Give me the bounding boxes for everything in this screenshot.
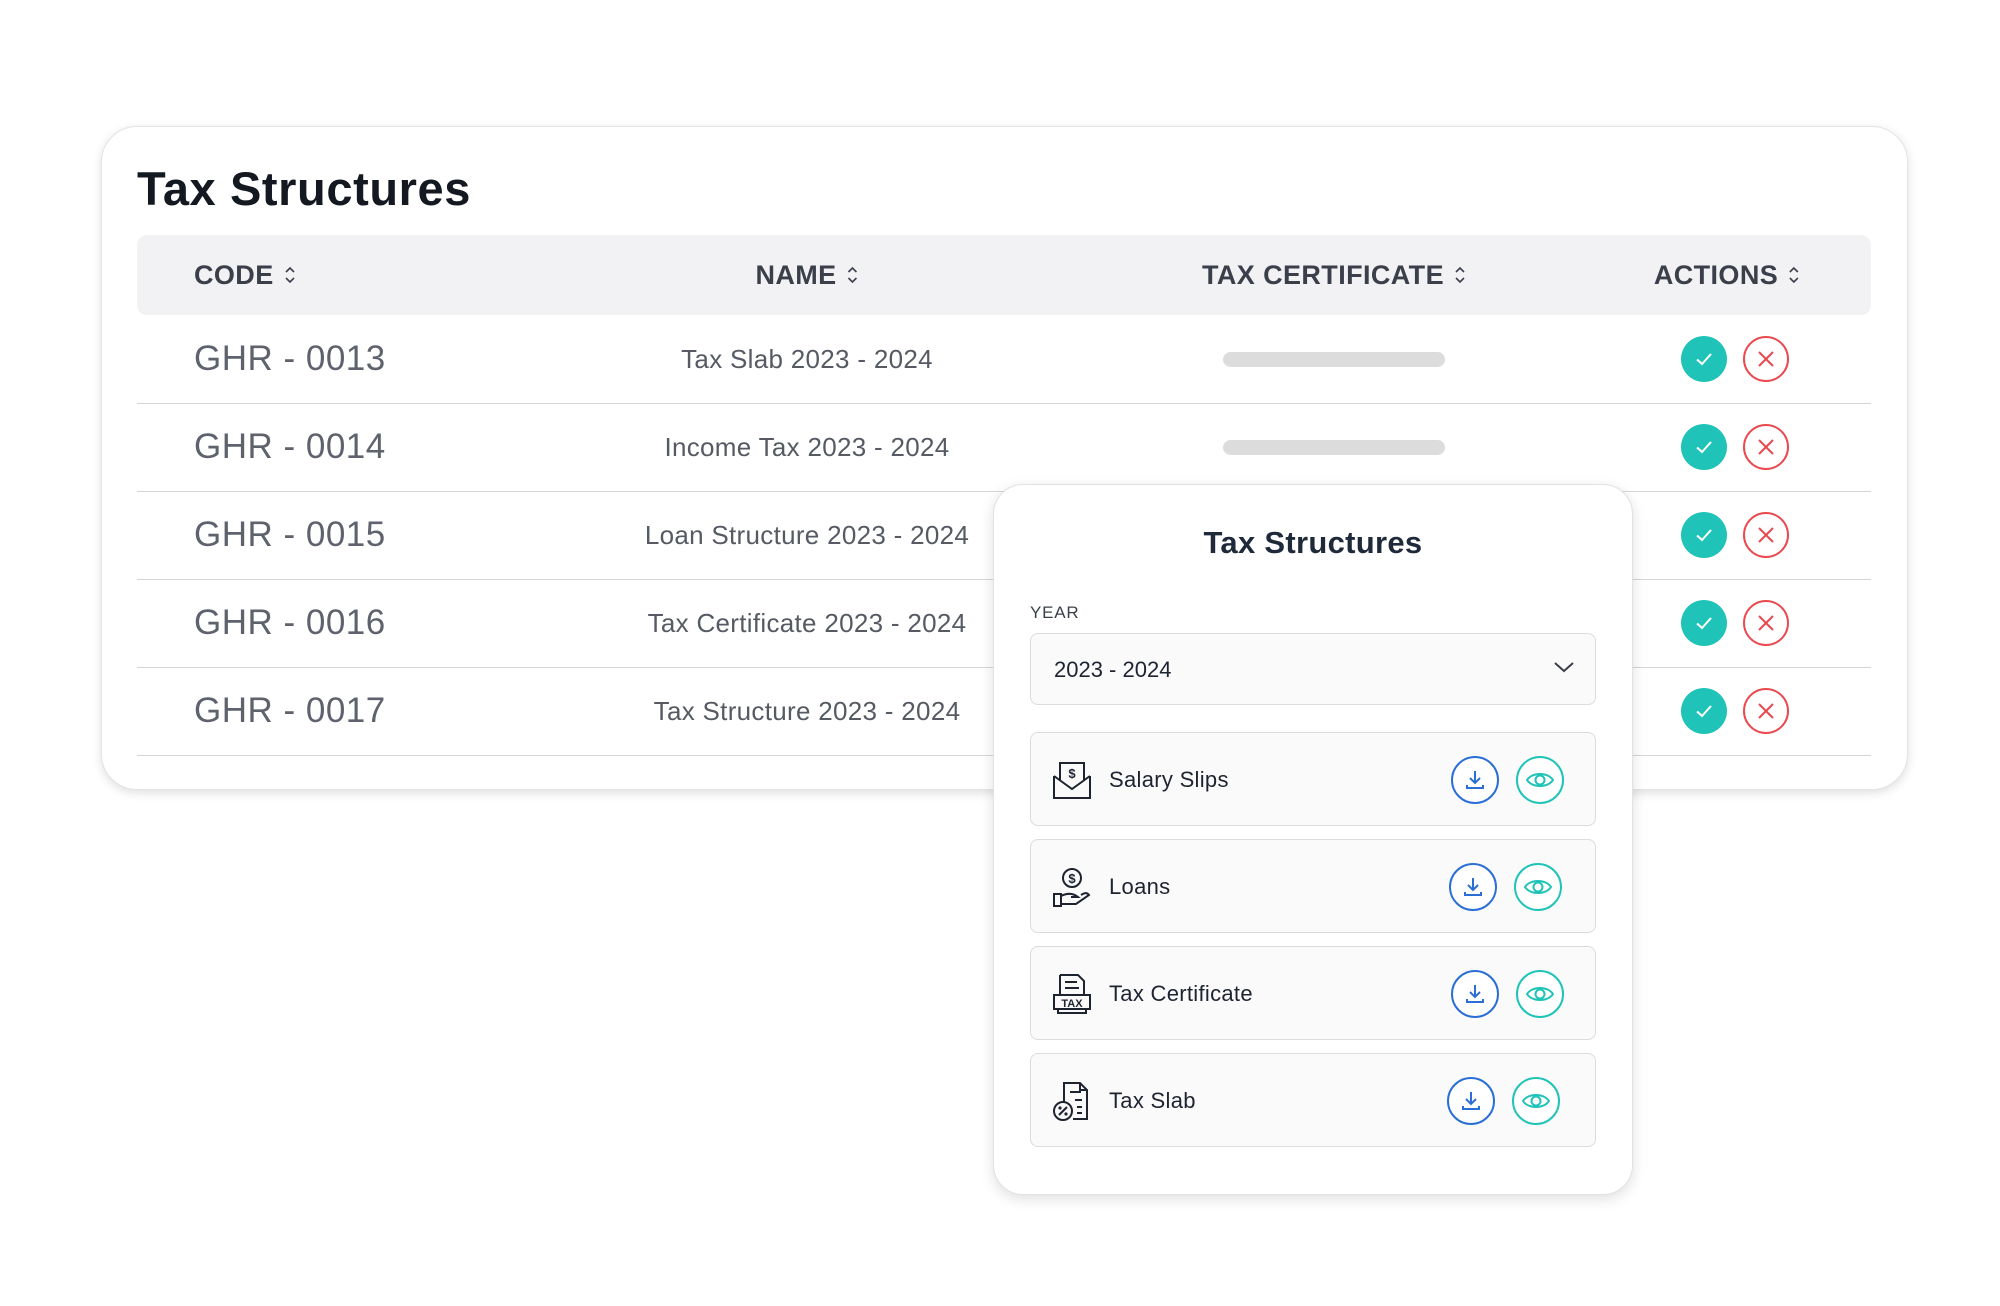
document-label: Salary Slips	[1109, 767, 1229, 792]
row-code: GHR - 0016	[194, 603, 386, 642]
document-item-tax-slab[interactable]: Tax Slab	[1030, 1053, 1596, 1147]
row-name: Income Tax 2023 - 2024	[664, 431, 950, 462]
eye-icon	[1525, 987, 1555, 1001]
download-button[interactable]	[1451, 970, 1499, 1018]
eye-icon	[1521, 1094, 1551, 1108]
column-header-code-label: CODE	[194, 259, 274, 290]
year-select[interactable]: 2023 - 2024	[1030, 633, 1596, 705]
column-header-code[interactable]: CODE	[194, 235, 296, 315]
row-name: Tax Certificate 2023 - 2024	[647, 607, 967, 638]
download-icon	[1466, 771, 1484, 789]
check-icon	[1696, 705, 1712, 718]
year-select-value: 2023 - 2024	[1054, 657, 1172, 682]
svg-text:TAX: TAX	[1061, 998, 1083, 1010]
sort-icon	[847, 266, 858, 284]
column-header-actions-label: ACTIONS	[1653, 259, 1779, 290]
view-button[interactable]	[1516, 970, 1564, 1018]
tax-certificate-placeholder	[1223, 440, 1445, 455]
row-name: Tax Structure 2023 - 2024	[653, 695, 961, 726]
sort-icon	[1789, 266, 1799, 284]
download-icon	[1466, 985, 1484, 1003]
column-header-certificate-label: TAX CERTIFICATE	[1202, 259, 1444, 290]
close-icon	[1758, 527, 1774, 543]
eye-icon	[1525, 773, 1555, 787]
download-button[interactable]	[1447, 1077, 1495, 1125]
column-header-name[interactable]: NAME	[755, 235, 858, 315]
check-icon	[1696, 441, 1712, 454]
check-icon	[1696, 529, 1712, 542]
row-code: GHR - 0014	[194, 427, 386, 466]
view-button[interactable]	[1514, 863, 1562, 911]
sort-icon	[1455, 266, 1465, 284]
document-label: Loans	[1109, 874, 1171, 899]
download-icon	[1464, 878, 1482, 896]
reject-button[interactable]	[1743, 424, 1789, 470]
tax-slab-document-icon	[1053, 1082, 1088, 1121]
document-label: Tax Slab	[1109, 1088, 1196, 1113]
svg-text:$: $	[1068, 766, 1076, 781]
reject-button[interactable]	[1743, 688, 1789, 734]
view-button[interactable]	[1516, 756, 1564, 804]
document-item-loans[interactable]: $ Loans	[1030, 839, 1596, 933]
row-code: GHR - 0017	[194, 691, 386, 730]
download-icon	[1462, 1092, 1480, 1110]
check-icon	[1696, 353, 1712, 366]
table-row: GHR - 0013 Tax Slab 2023 - 2024	[137, 315, 1871, 404]
approve-button[interactable]	[1681, 512, 1727, 558]
column-header-tax-certificate[interactable]: TAX CERTIFICATE	[1202, 235, 1466, 315]
close-icon	[1758, 703, 1774, 719]
approve-button[interactable]	[1681, 600, 1727, 646]
close-icon	[1758, 351, 1774, 367]
tax-document-icon: TAX	[1053, 974, 1091, 1014]
document-label: Tax Certificate	[1109, 981, 1253, 1006]
row-code: GHR - 0015	[194, 515, 386, 554]
check-icon	[1696, 617, 1712, 630]
column-header-actions[interactable]: ACTIONS	[1654, 235, 1800, 315]
column-header-name-label: NAME	[755, 259, 837, 290]
loan-hand-coin-icon: $	[1053, 868, 1091, 907]
chevron-down-icon	[1554, 662, 1574, 673]
tax-structures-popup: Tax Structures YEAR 2023 - 2024 $ Salary…	[993, 484, 1633, 1195]
approve-button[interactable]	[1681, 688, 1727, 734]
row-code: GHR - 0013	[194, 339, 386, 378]
close-icon	[1758, 439, 1774, 455]
document-item-tax-certificate[interactable]: TAX Tax Certificate	[1030, 946, 1596, 1040]
table-header: CODE NAME TAX CERTIFICATE ACTIONS	[137, 235, 1871, 315]
approve-button[interactable]	[1681, 336, 1727, 382]
download-button[interactable]	[1449, 863, 1497, 911]
row-name: Tax Slab 2023 - 2024	[681, 343, 933, 374]
popup-title: Tax Structures	[1203, 525, 1423, 560]
approve-button[interactable]	[1681, 424, 1727, 470]
year-label: YEAR	[1030, 603, 1080, 622]
tax-certificate-placeholder	[1223, 352, 1445, 367]
row-name: Loan Structure 2023 - 2024	[644, 519, 970, 550]
reject-button[interactable]	[1743, 512, 1789, 558]
sort-icon	[285, 266, 295, 284]
reject-button[interactable]	[1743, 336, 1789, 382]
eye-icon	[1523, 880, 1553, 894]
page-title: Tax Structures	[137, 162, 472, 215]
download-button[interactable]	[1451, 756, 1499, 804]
document-item-salary-slips[interactable]: $ Salary Slips	[1030, 732, 1596, 826]
table-row: GHR - 0014 Income Tax 2023 - 2024	[137, 403, 1871, 492]
svg-text:$: $	[1068, 871, 1076, 886]
reject-button[interactable]	[1743, 600, 1789, 646]
view-button[interactable]	[1512, 1077, 1560, 1125]
salary-slip-icon: $	[1053, 762, 1091, 799]
close-icon	[1758, 615, 1774, 631]
